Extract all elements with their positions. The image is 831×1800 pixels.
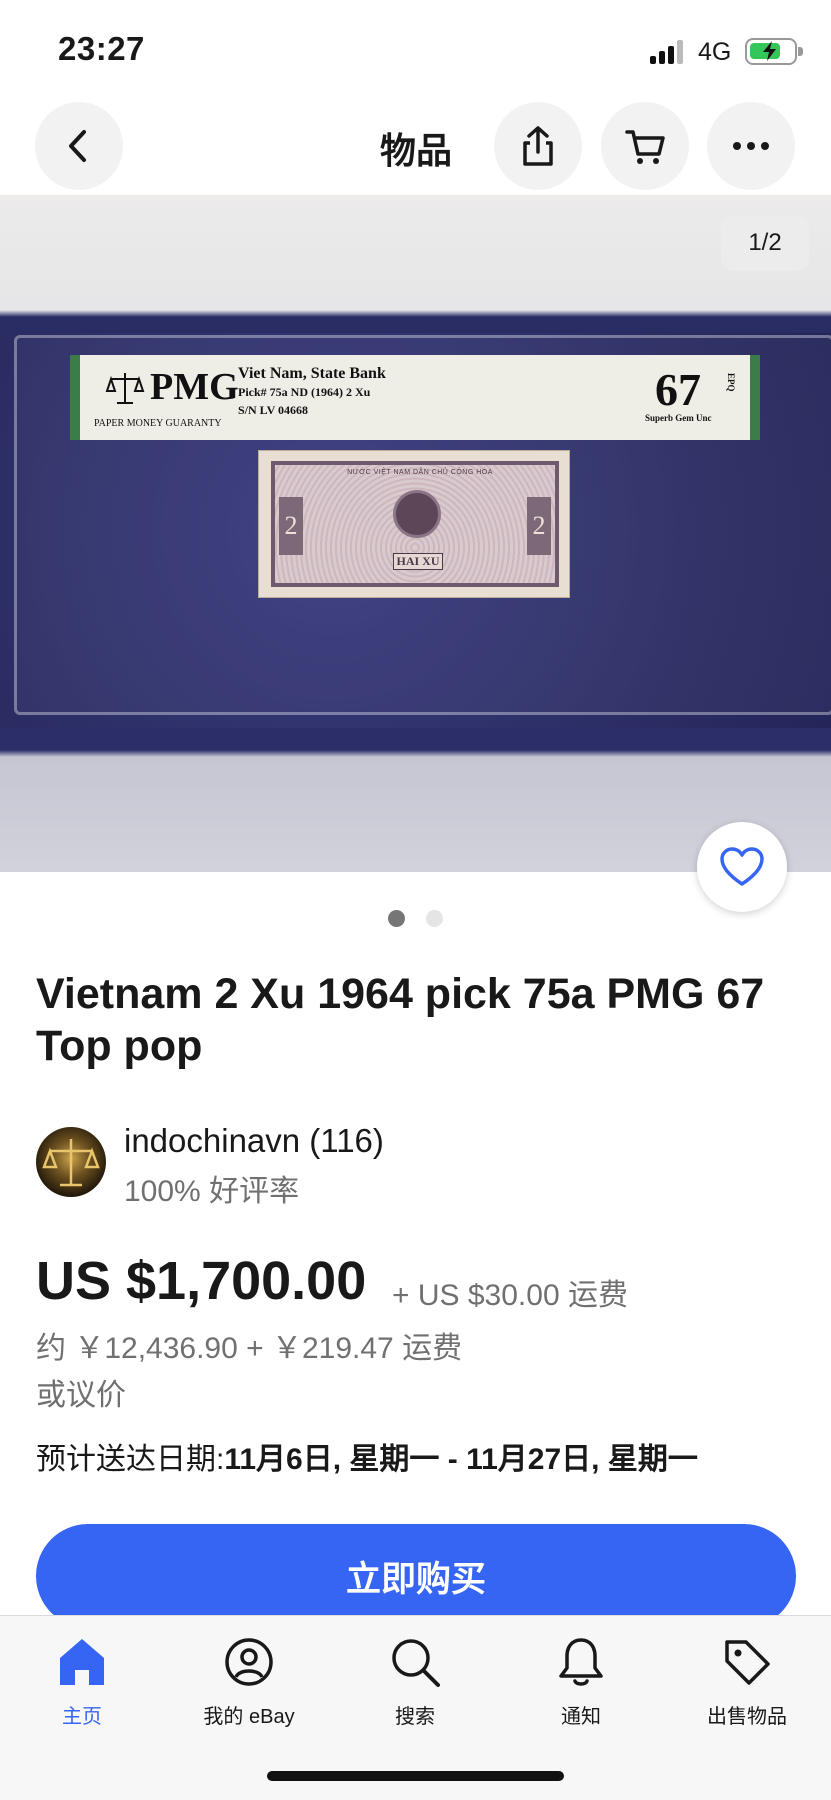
best-offer-label: 或议价	[36, 1379, 126, 1412]
network-label: 4G	[698, 38, 732, 66]
chevron-left-icon	[69, 130, 86, 162]
tab-sell[interactable]: 出售物品	[672, 1634, 822, 1744]
pmg-logo: PMG	[150, 366, 239, 408]
seller-rating: 100% 好评率	[124, 1175, 300, 1208]
tab-label: 通知	[561, 1706, 601, 1728]
label-issuer: Viet Nam, State Bank	[238, 365, 386, 382]
item-price: US $1,700.00	[36, 1251, 367, 1311]
scale-icon	[42, 1139, 100, 1187]
user-icon	[225, 1638, 273, 1686]
more-button[interactable]	[707, 102, 795, 190]
tab-home[interactable]: 主页	[7, 1634, 157, 1744]
banknote-top-text: NƯỚC VIỆT NAM DÂN CHỦ CỘNG HÒA	[347, 469, 493, 476]
banknote-denomination-left: 2	[279, 497, 303, 555]
tab-search[interactable]: 搜索	[340, 1634, 490, 1744]
share-button[interactable]	[494, 102, 582, 190]
home-indicator	[267, 1771, 564, 1781]
label-pick: Pick# 75a ND (1964) 2 Xu	[238, 385, 371, 399]
banknote-name: HAI XU	[393, 553, 443, 570]
header: 物品	[0, 100, 831, 195]
pager-dot-active[interactable]	[388, 910, 405, 927]
tab-label: 我的 eBay	[203, 1706, 295, 1728]
watch-button[interactable]	[697, 822, 787, 912]
image-pager	[388, 910, 448, 928]
battery-icon	[745, 38, 803, 65]
label-grade-desc: Superb Gem Unc	[645, 413, 712, 423]
cart-icon	[625, 130, 665, 164]
seller-name[interactable]: indochinavn (116)	[124, 1122, 384, 1160]
status-time: 23:27	[58, 30, 145, 67]
label-epq: EPQ	[726, 373, 736, 392]
item-title: Vietnam 2 Xu 1964 pick 75a PMG 67 Top po…	[36, 970, 765, 1070]
delivery-label: 预计送达日期:	[36, 1443, 225, 1476]
emblem-icon	[393, 490, 441, 538]
back-button[interactable]	[35, 102, 123, 190]
cart-button[interactable]	[601, 102, 689, 190]
label-serial: S/N LV 04668	[238, 403, 309, 417]
tag-icon	[725, 1640, 770, 1685]
bell-icon	[559, 1638, 603, 1686]
pmg-label: PMG PAPER MONEY GUARANTY Viet Nam, State…	[70, 355, 760, 440]
label-grade: 67	[655, 364, 701, 415]
search-icon	[392, 1639, 440, 1687]
more-icon	[733, 142, 769, 150]
tab-label: 搜索	[395, 1706, 435, 1728]
heart-icon	[720, 847, 764, 886]
tab-notifications[interactable]: 通知	[506, 1634, 656, 1744]
converted-price: 约 ￥12,436.90 + ￥219.47 运费	[36, 1332, 463, 1365]
tab-label: 主页	[62, 1706, 102, 1728]
delivery-range: 11月6日, 星期一 - 11月27日, 星期一	[224, 1443, 698, 1476]
tab-label: 出售物品	[707, 1706, 787, 1728]
pmg-subtitle: PAPER MONEY GUARANTY	[94, 418, 222, 429]
banknote-denomination-right: 2	[527, 497, 551, 555]
delivery-estimate: 预计送达日期:11月6日, 星期一 - 11月27日, 星期一	[36, 1434, 698, 1478]
shipping-cost: + US $30.00 运费	[392, 1279, 628, 1312]
status-bar: 23:27 4G	[0, 0, 831, 100]
tab-my-ebay[interactable]: 我的 eBay	[174, 1634, 324, 1744]
scale-icon	[105, 373, 145, 404]
page-title: 物品	[380, 130, 453, 171]
image-counter: 1/2	[721, 215, 809, 271]
signal-icon	[650, 40, 688, 64]
share-icon	[523, 126, 553, 166]
home-icon	[60, 1639, 104, 1685]
pager-dot[interactable]	[426, 910, 443, 927]
seller-avatar[interactable]	[36, 1127, 106, 1197]
banknote: NƯỚC VIỆT NAM DÂN CHỦ CỘNG HÒA 2 HAI XU …	[258, 450, 570, 598]
item-image[interactable]: PMG PAPER MONEY GUARANTY Viet Nam, State…	[0, 195, 831, 872]
buy-now-button[interactable]: 立即购买	[36, 1524, 796, 1628]
